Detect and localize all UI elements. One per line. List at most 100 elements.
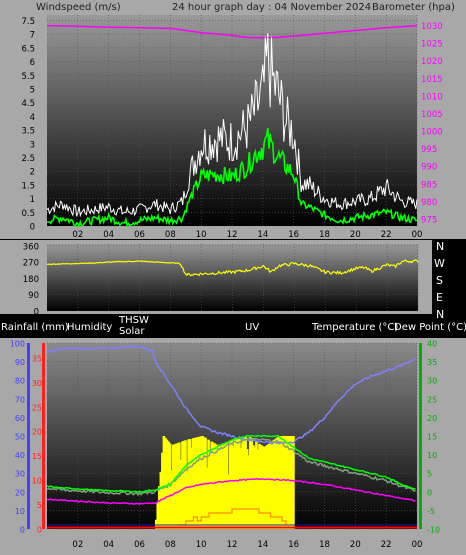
- x-tick-label: 22: [381, 540, 392, 550]
- compass-label-s: S: [436, 274, 443, 287]
- x-tick-label: 04: [103, 540, 114, 550]
- solar-axis-label: Solar: [119, 326, 145, 337]
- compass-label-n: N: [436, 240, 444, 253]
- temperature-tick-label: 10: [427, 451, 437, 460]
- temperature-tick-label: 35: [427, 358, 437, 367]
- x-tick-label: 06: [134, 540, 145, 550]
- humidity-tick-label: 0: [20, 526, 25, 535]
- x-tick-label: 00: [412, 540, 423, 550]
- x-tick-label: 14: [257, 540, 268, 550]
- temperature-tick-label: 0: [427, 488, 432, 497]
- x-tick-label: 06: [134, 230, 145, 240]
- humidity-tick-label: 70: [15, 395, 25, 404]
- direction-tick-label: 360: [23, 242, 39, 252]
- humidity-axis-label: Humidity: [67, 322, 112, 333]
- windspeed-tick-label: 3.5: [21, 127, 35, 137]
- rainfall-tick-label: 5: [37, 501, 42, 510]
- humidity-tick-label: 50: [15, 433, 25, 442]
- temperature-tick-label: -10: [427, 526, 440, 535]
- windspeed-tick-label: 0: [30, 223, 35, 233]
- barometer-tick-label: 990: [421, 163, 437, 173]
- x-tick-label: 22: [381, 230, 392, 240]
- x-tick-label: 20: [350, 230, 361, 240]
- temperature-tick-label: -5: [427, 507, 435, 516]
- direction-tick-label: 270: [23, 259, 39, 269]
- barometer-tick-label: 1025: [421, 40, 443, 50]
- direction-tick-label: 180: [23, 275, 39, 285]
- temperature-tick-label: 5: [427, 470, 432, 479]
- x-tick-label: 14: [257, 230, 268, 240]
- compass-labels: N W S E N: [434, 240, 445, 321]
- humidity-tick-label: 90: [15, 358, 25, 367]
- uv-axis-label: UV: [245, 322, 259, 333]
- direction-grid: [47, 244, 419, 312]
- windspeed-tick-label: 1.5: [21, 181, 35, 191]
- x-tick-label: 12: [227, 540, 238, 550]
- temperature-tick-label: 40: [427, 340, 437, 349]
- x-tick-label: 16: [288, 540, 299, 550]
- temperature-axis-label: Temperature (°C): [311, 322, 398, 333]
- windspeed-tick-label: 2: [30, 168, 35, 178]
- x-tick-label: 10: [196, 230, 207, 240]
- windspeed-tick-label: 7.5: [21, 17, 35, 27]
- humidity-tick-label: 60: [15, 414, 25, 423]
- compass-label-e: E: [436, 291, 443, 304]
- temperature-tick-label: 25: [427, 395, 437, 404]
- rainfall-tick-label: 20: [32, 428, 42, 437]
- barometer-tick-label: 980: [421, 198, 437, 208]
- humidity-tick-label: 80: [15, 377, 25, 386]
- x-tick-label: 00: [412, 230, 423, 240]
- windspeed-tick-label: 0.5: [21, 209, 35, 219]
- barometer-tick-label: 975: [421, 215, 437, 225]
- barometer-tick-label: 1020: [421, 57, 443, 67]
- x-tick-label: 18: [319, 230, 330, 240]
- x-tick-label: 16: [288, 230, 299, 240]
- graph-title: 24 hour graph day : 04 November 2024: [172, 2, 371, 13]
- windspeed-tick-label: 3: [30, 140, 35, 150]
- rainfall-tick-label: 15: [32, 452, 42, 461]
- windspeed-tick-label: 5.5: [21, 72, 35, 82]
- rainfall-tick-label: 30: [32, 379, 42, 388]
- compass-label-n2: N: [436, 308, 444, 321]
- x-tick-label: 08: [165, 230, 176, 240]
- x-tick-label: 02: [72, 540, 83, 550]
- barometer-tick-label: 1015: [421, 75, 443, 85]
- humidity-axis-bar: [27, 343, 30, 529]
- windspeed-tick-label: 5: [30, 85, 35, 95]
- temperature-tick-label: 30: [427, 377, 437, 386]
- rainfall-tick-label: 35: [32, 354, 42, 363]
- weather-24h-graph: Windspeed (m/s) 24 hour graph day : 04 N…: [0, 0, 466, 555]
- x-tick-label: 18: [319, 540, 330, 550]
- x-tick-label: 12: [227, 230, 238, 240]
- x-tick-label: 08: [165, 540, 176, 550]
- windspeed-tick-label: 4: [30, 113, 35, 123]
- humidity-tick-label: 30: [15, 470, 25, 479]
- x-tick-label: 10: [196, 540, 207, 550]
- barometer-tick-label: 1030: [421, 22, 443, 32]
- temperature-tick-label: 15: [427, 433, 437, 442]
- thsw-axis-label: THSW: [118, 315, 149, 326]
- x-tick-label: 02: [72, 230, 83, 240]
- direction-tick-label: 90: [28, 291, 39, 301]
- rainfall-tick-label: 10: [32, 477, 42, 486]
- compass-label-w: W: [434, 257, 445, 270]
- direction-tick-label: 0: [34, 308, 39, 318]
- barometer-tick-label: 1000: [421, 128, 443, 138]
- rainfall-axis-label: Rainfall (mm): [1, 322, 69, 333]
- windspeed-tick-label: 7: [30, 31, 35, 41]
- rainfall-tick-label: 0: [37, 526, 42, 535]
- humidity-tick-label: 40: [15, 451, 25, 460]
- x-tick-label: 20: [350, 540, 361, 550]
- x-tick-label: 04: [103, 230, 114, 240]
- dew-point-axis-label: Dew Point (°C): [394, 322, 466, 333]
- barometer-tick-label: 985: [421, 180, 437, 190]
- barometer-tick-label: 1005: [421, 110, 443, 120]
- barometer-tick-label: 995: [421, 145, 437, 155]
- humidity-tick-label: 10: [15, 507, 25, 516]
- humidity-tick-label: 100: [10, 340, 25, 349]
- rainfall-axis-bar: [42, 343, 45, 529]
- rainfall-tick-label: 25: [32, 403, 42, 412]
- windspeed-tick-label: 6: [30, 58, 35, 68]
- temperature-axis-bar: [419, 343, 422, 529]
- windspeed-tick-label: 6.5: [21, 44, 35, 54]
